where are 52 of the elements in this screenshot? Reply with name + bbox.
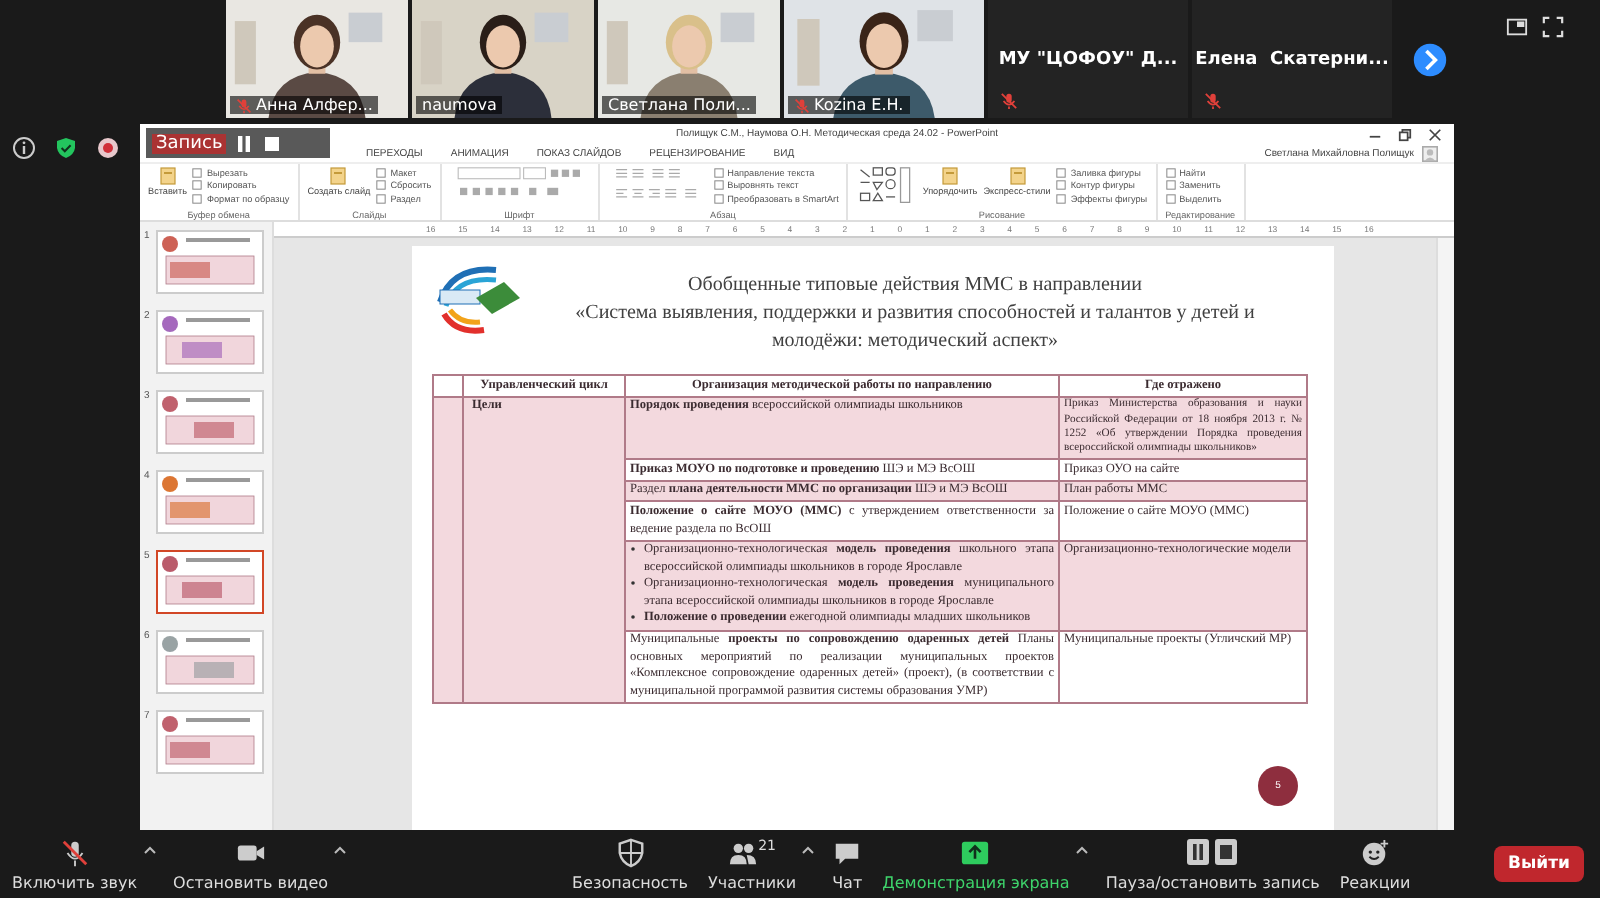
toolbar-button[interactable]: Демонстрация экрана	[878, 837, 1074, 891]
stop-icon[interactable]	[262, 133, 283, 153]
slide-title: «Система выявления, поддержки и развития способностей и талантов у детей и	[575, 300, 1255, 328]
toolbar-button[interactable]: Включить звук	[8, 837, 142, 891]
muted-mic-icon	[59, 837, 90, 867]
caret-icon[interactable]	[800, 841, 817, 857]
close-icon[interactable]	[1428, 127, 1442, 141]
participant-name: Kozina E.H.	[814, 96, 904, 114]
toolbar-button[interactable]: Безопасность	[568, 837, 693, 891]
participant-name: naumova	[422, 96, 497, 114]
document-icon	[1007, 166, 1027, 186]
leave-button[interactable]: Выйти	[1493, 846, 1584, 882]
slide-thumbnail[interactable]	[156, 310, 264, 374]
participant-name: Анна Алфер...	[256, 96, 373, 114]
toolbar-button[interactable]: Реакции	[1335, 837, 1415, 891]
slide-title: молодёжи: методический аспект»	[771, 328, 1059, 356]
shield-icon	[615, 837, 646, 867]
caret-icon[interactable]	[141, 841, 158, 857]
smiley-icon	[1360, 837, 1390, 867]
next-page-icon[interactable]	[1412, 41, 1448, 77]
participant-name: МУ "ЦОФОУ" Д...	[998, 49, 1178, 69]
fullscreen-icon[interactable]	[1542, 16, 1564, 38]
toolbar-button[interactable]: Остановить видео	[169, 837, 333, 891]
slide-thumbnail[interactable]	[156, 230, 264, 294]
pause-stop-icon	[1186, 837, 1239, 865]
toolbar-button[interactable]: Чат	[828, 837, 867, 891]
document-icon	[157, 166, 178, 186]
share-screen-icon	[960, 837, 991, 867]
scrollbar[interactable]	[1436, 238, 1454, 830]
record-icon[interactable]	[96, 136, 120, 160]
gallery-view-icon[interactable]	[1506, 16, 1528, 38]
shield-icon[interactable]	[54, 136, 78, 160]
document-icon	[328, 166, 349, 186]
slide-title: Обобщенные типовые действия ММС в направлении	[688, 272, 1142, 300]
bullet-icon	[630, 580, 636, 587]
participant-name: Светлана Поли...	[608, 96, 751, 114]
caret-icon[interactable]	[332, 841, 349, 857]
slide-thumbnail[interactable]	[156, 630, 264, 694]
pause-icon[interactable]	[234, 133, 255, 153]
toolbar-button[interactable]: Пауза/остановить запись	[1101, 837, 1324, 891]
restore-icon[interactable]	[1398, 127, 1412, 141]
slide-thumbnail[interactable]	[156, 710, 264, 774]
document-icon	[940, 166, 961, 186]
info-icon[interactable]	[12, 136, 36, 160]
caret-icon[interactable]	[1073, 841, 1090, 857]
bullet-icon	[630, 546, 636, 553]
slide-thumbnail[interactable]	[156, 390, 264, 454]
bullet-icon	[630, 614, 636, 621]
slide-thumbnail[interactable]	[156, 470, 264, 534]
participant-name: Елена Скатерни...	[1195, 49, 1389, 69]
recording-label: Запись	[152, 133, 227, 153]
slide-thumbnail[interactable]	[156, 550, 264, 614]
